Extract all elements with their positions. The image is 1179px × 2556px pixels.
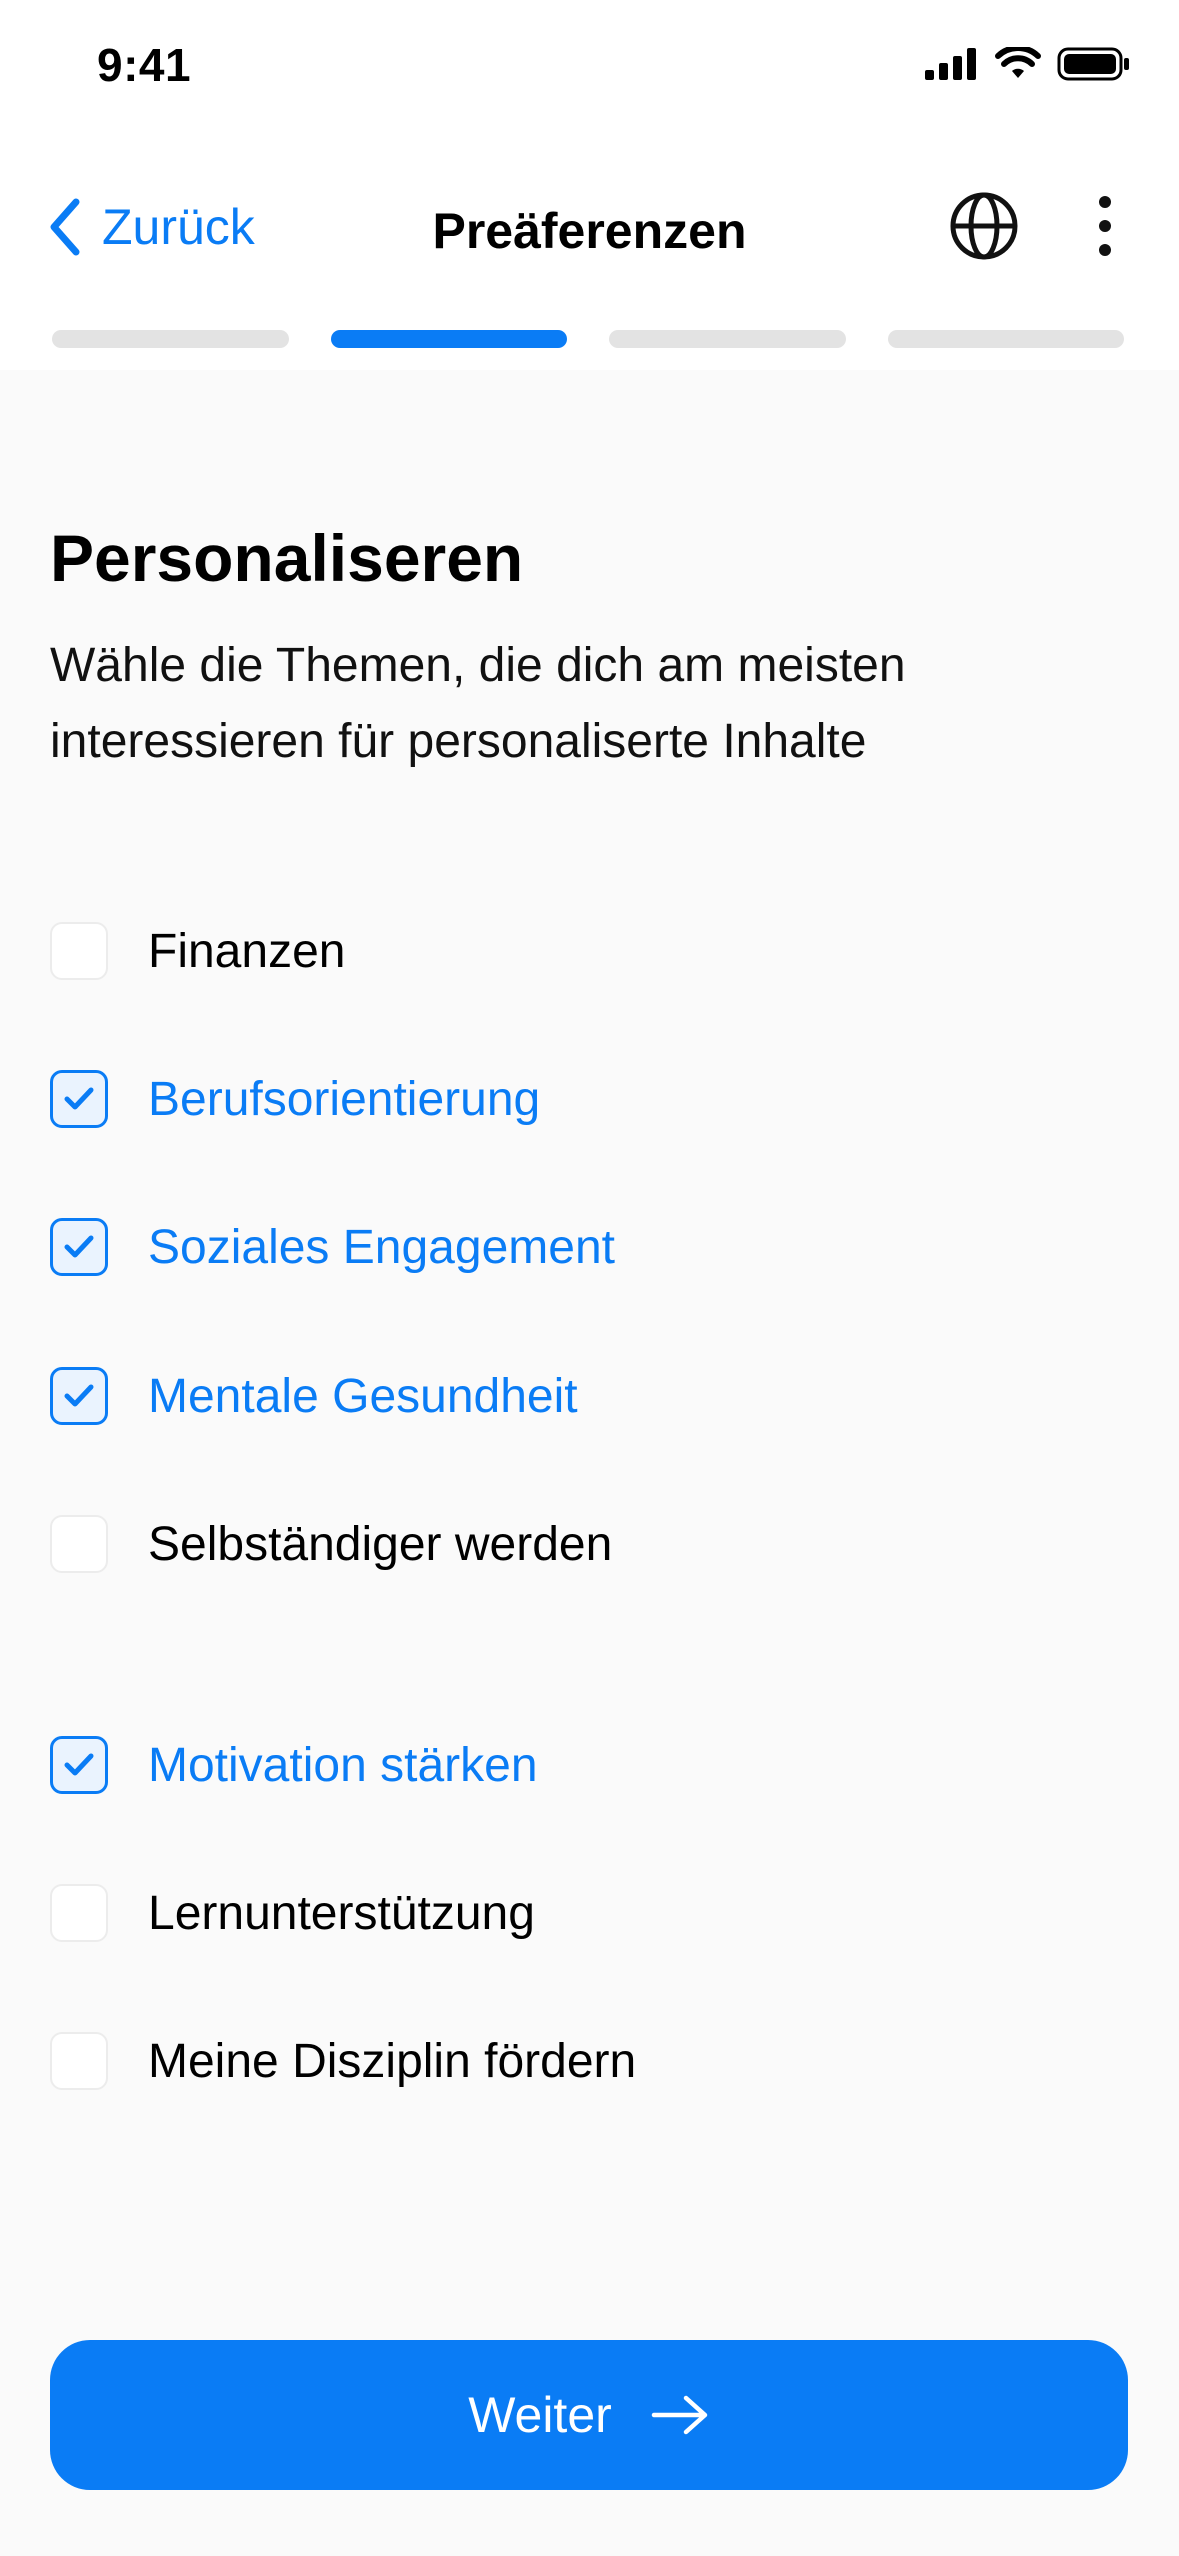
option-motivation-staerken[interactable]: Motivation stärken	[50, 1734, 538, 1796]
checkbox[interactable]	[50, 1367, 108, 1425]
checkbox[interactable]	[50, 1884, 108, 1942]
option-label: Berufsorientierung	[148, 1072, 541, 1126]
option-label: Selbständiger werden	[148, 1517, 613, 1571]
option-meine-disziplin-foerdern[interactable]: Meine Disziplin fördern	[50, 2030, 636, 2092]
section-description: Wähle die Themen, die dich am meisten in…	[50, 639, 906, 768]
status-bar: 9:41	[0, 0, 1179, 150]
checkmark-icon	[64, 1753, 94, 1776]
nav-bar: Zurück Preäferenzen	[0, 150, 1179, 370]
checkmark-icon	[64, 1235, 94, 1258]
option-label: Finanzen	[148, 924, 346, 978]
option-label: Meine Disziplin fördern	[148, 2034, 637, 2088]
battery-icon	[1057, 47, 1129, 81]
checkbox[interactable]	[50, 2032, 108, 2090]
option-mentale-gesundheit[interactable]: Mentale Gesundheit	[50, 1365, 578, 1427]
section-heading: Personaliseren	[50, 521, 524, 595]
option-finanzen[interactable]: Finanzen	[50, 920, 345, 982]
progress-step-3	[609, 330, 846, 348]
option-soziales-engagement[interactable]: Soziales Engagement	[50, 1216, 615, 1278]
option-lernunterstuetzung[interactable]: Lernunterstützung	[50, 1882, 535, 1944]
progress-step-2	[330, 330, 567, 348]
option-berufsorientierung[interactable]: Berufsorientierung	[50, 1068, 540, 1130]
option-label: Motivation stärken	[148, 1738, 538, 1792]
status-time: 9:41	[97, 39, 192, 91]
arrow-right-icon	[651, 2395, 708, 2435]
option-selbstaendiger-werden[interactable]: Selbständiger werden	[50, 1513, 612, 1575]
step-progress	[52, 330, 1124, 348]
more-options-icon[interactable]	[1085, 190, 1125, 262]
option-label: Mentale Gesundheit	[148, 1369, 578, 1423]
continue-label: Weiter	[468, 2387, 612, 2443]
checkbox[interactable]	[50, 1736, 108, 1794]
globe-icon[interactable]	[948, 190, 1020, 262]
checkbox[interactable]	[50, 1218, 108, 1276]
progress-step-1	[52, 330, 289, 348]
checkbox[interactable]	[50, 1070, 108, 1128]
checkbox[interactable]	[50, 922, 108, 980]
checkmark-icon	[64, 1087, 94, 1110]
checkbox[interactable]	[50, 1515, 108, 1573]
continue-button[interactable]: Weiter	[50, 2340, 1128, 2490]
option-label: Soziales Engagement	[148, 1220, 615, 1274]
status-icons	[925, 46, 1131, 82]
checkmark-icon	[64, 1384, 94, 1407]
progress-step-4	[887, 330, 1124, 348]
wifi-icon	[995, 47, 1041, 78]
option-label: Lernunterstützung	[148, 1886, 535, 1940]
signal-icon	[925, 48, 976, 80]
